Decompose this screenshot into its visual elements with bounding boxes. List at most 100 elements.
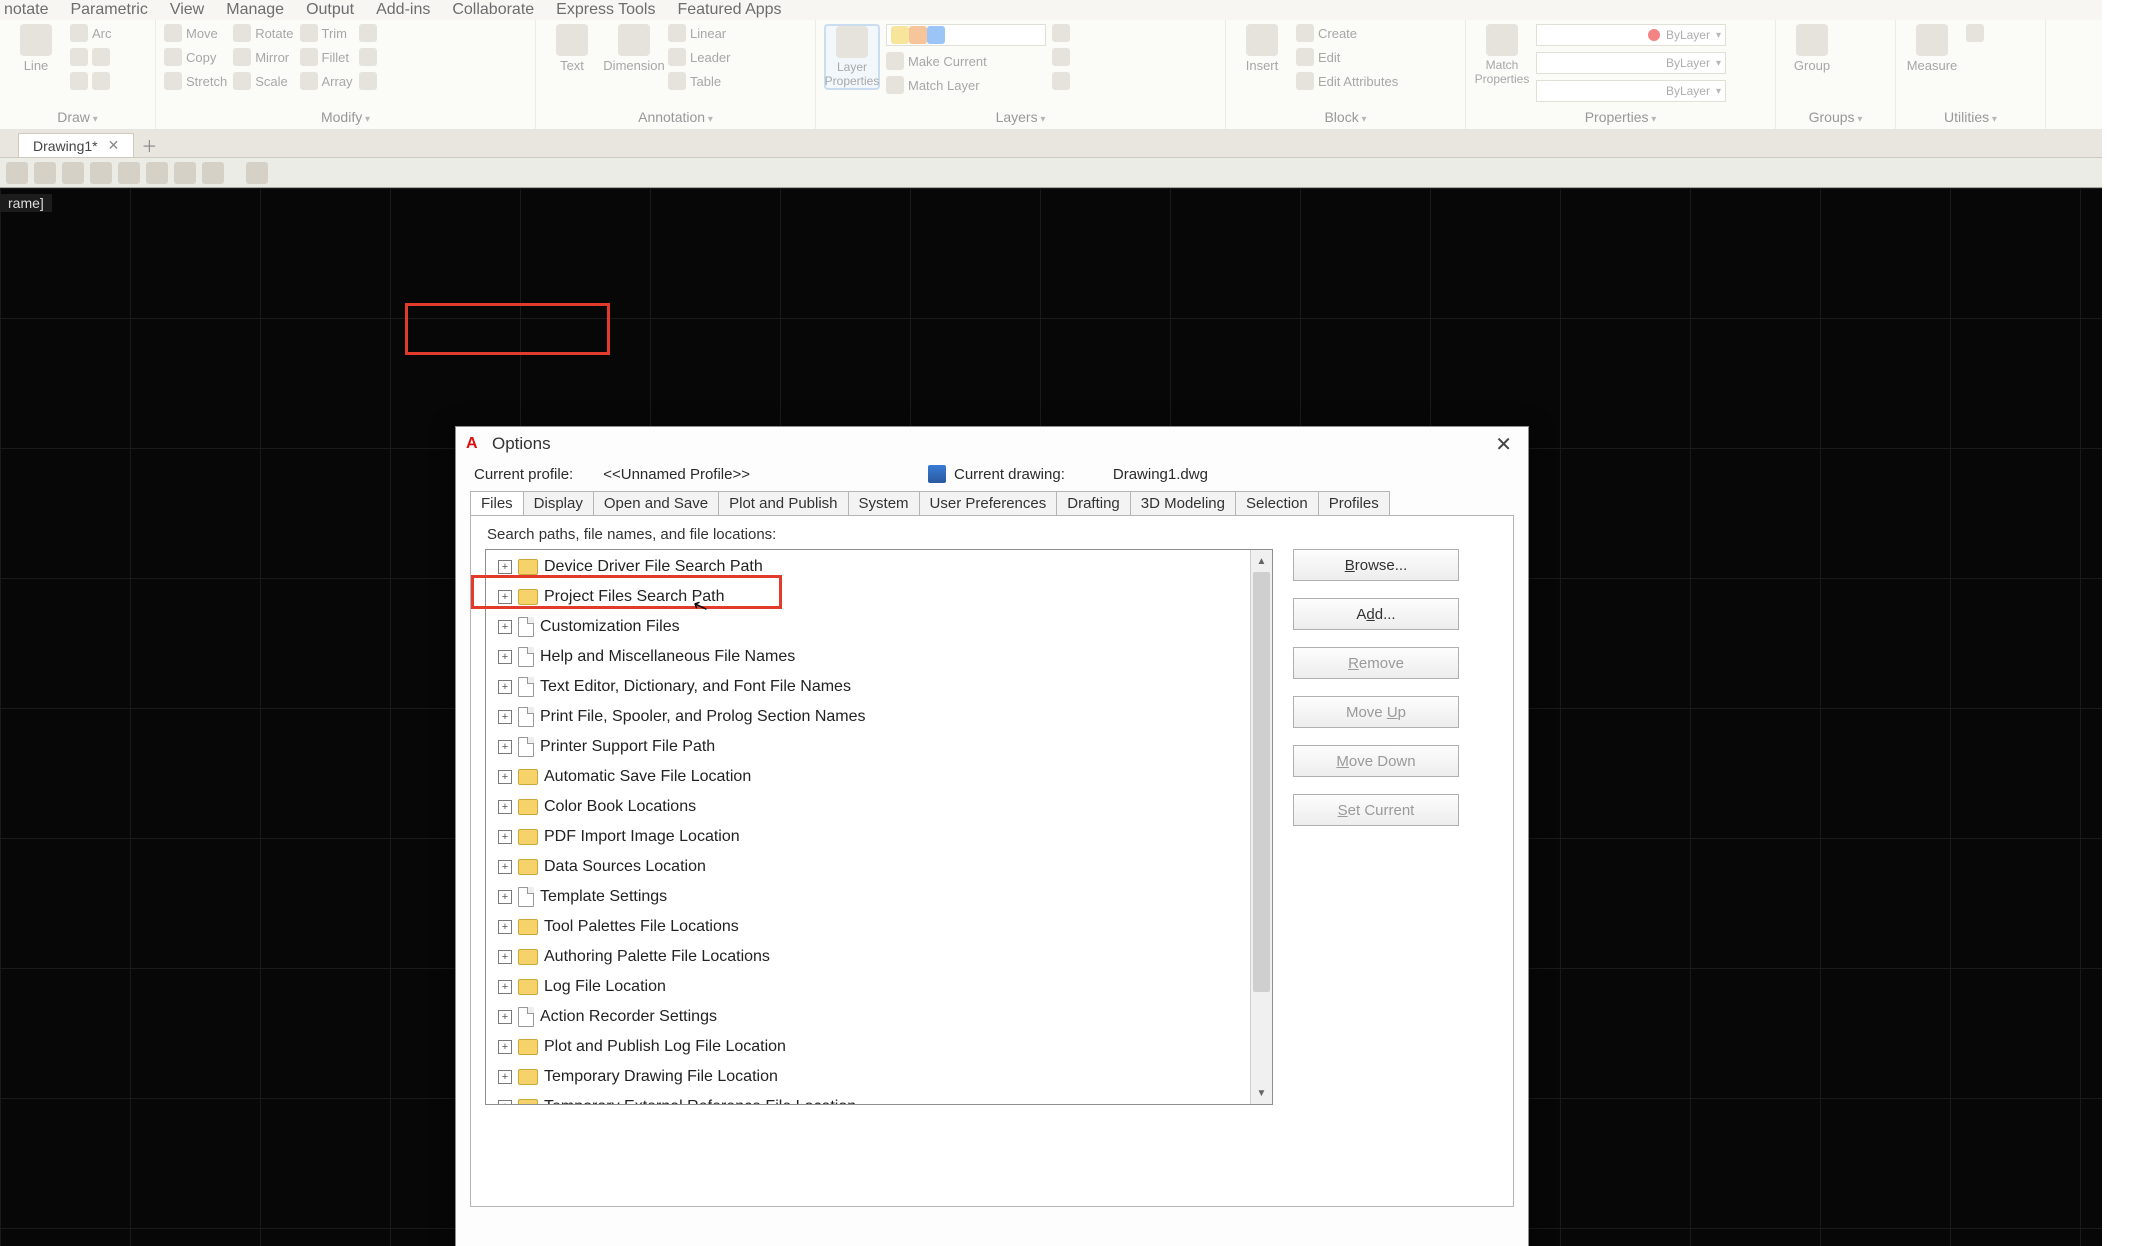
expand-icon[interactable]: + bbox=[498, 920, 512, 934]
tree-item-1[interactable]: +Project Files Search Path bbox=[498, 582, 1272, 612]
expand-icon[interactable]: + bbox=[498, 590, 512, 604]
expand-icon[interactable]: + bbox=[498, 1070, 512, 1084]
fillet-button[interactable]: Fillet bbox=[300, 48, 353, 66]
tree-item-6[interactable]: +Printer Support File Path bbox=[498, 732, 1272, 762]
close-tab-icon[interactable]: ✕ bbox=[108, 137, 120, 154]
tab-files[interactable]: Files bbox=[470, 491, 524, 515]
modify-misc1-icon[interactable] bbox=[359, 24, 377, 42]
tab-plot-publish[interactable]: Plot and Publish bbox=[718, 491, 848, 515]
expand-icon[interactable]: + bbox=[498, 770, 512, 784]
tree-item-14[interactable]: +Log File Location bbox=[498, 972, 1272, 1002]
qat-icon-8[interactable] bbox=[202, 162, 224, 184]
scroll-down-icon[interactable]: ▼ bbox=[1251, 1082, 1272, 1104]
qat-icon-5[interactable] bbox=[118, 162, 140, 184]
create-button[interactable]: Create bbox=[1296, 24, 1398, 42]
tree-item-11[interactable]: +Template Settings bbox=[498, 882, 1272, 912]
stretch-button[interactable]: Stretch bbox=[164, 72, 227, 90]
layer-combo[interactable] bbox=[886, 24, 1046, 46]
draw-misc4-icon[interactable] bbox=[92, 72, 110, 90]
prop-linetype-combo[interactable]: ByLayer bbox=[1536, 80, 1726, 102]
edit-block-button[interactable]: Edit bbox=[1296, 48, 1398, 66]
tree-item-8[interactable]: +Color Book Locations bbox=[498, 792, 1272, 822]
menu-collaborate[interactable]: Collaborate bbox=[452, 1, 534, 19]
expand-icon[interactable]: + bbox=[498, 560, 512, 574]
browse-button[interactable]: Browse... bbox=[1293, 549, 1459, 581]
expand-icon[interactable]: + bbox=[498, 950, 512, 964]
linear-button[interactable]: Linear bbox=[668, 24, 730, 42]
move-button[interactable]: Move bbox=[164, 24, 227, 42]
tree-item-18[interactable]: +Temporary External Reference File Locat… bbox=[498, 1092, 1272, 1105]
group-button[interactable]: Group bbox=[1784, 24, 1840, 73]
qat-icon-4[interactable] bbox=[90, 162, 112, 184]
tree-scrollbar[interactable]: ▲ ▼ bbox=[1250, 550, 1272, 1104]
insert-button[interactable]: Insert bbox=[1234, 24, 1290, 73]
tab-display[interactable]: Display bbox=[523, 491, 594, 515]
tab-system[interactable]: System bbox=[848, 491, 920, 515]
prop-lineweight-combo[interactable]: ByLayer bbox=[1536, 52, 1726, 74]
add-button[interactable]: Add... bbox=[1293, 598, 1459, 630]
tab-selection[interactable]: Selection bbox=[1235, 491, 1319, 515]
trim-button[interactable]: Trim bbox=[300, 24, 353, 42]
modify-misc2-icon[interactable] bbox=[359, 48, 377, 66]
menu-view[interactable]: View bbox=[170, 1, 204, 19]
modify-misc3-icon[interactable] bbox=[359, 72, 377, 90]
tab-3d-modeling[interactable]: 3D Modeling bbox=[1130, 491, 1236, 515]
layer-misc1-icon[interactable] bbox=[1052, 24, 1070, 42]
expand-icon[interactable]: + bbox=[498, 680, 512, 694]
expand-icon[interactable]: + bbox=[498, 740, 512, 754]
doc-tab-drawing1[interactable]: Drawing1* ✕ bbox=[18, 133, 134, 157]
tab-user-prefs[interactable]: User Preferences bbox=[919, 491, 1058, 515]
tree-item-10[interactable]: +Data Sources Location bbox=[498, 852, 1272, 882]
expand-icon[interactable]: + bbox=[498, 800, 512, 814]
tree-item-0[interactable]: +Device Driver File Search Path bbox=[498, 552, 1272, 582]
prop-color-combo[interactable]: ByLayer bbox=[1536, 24, 1726, 46]
scroll-thumb[interactable] bbox=[1253, 572, 1270, 992]
tree-item-7[interactable]: +Automatic Save File Location bbox=[498, 762, 1272, 792]
table-button[interactable]: Table bbox=[668, 72, 730, 90]
tree-item-15[interactable]: +Action Recorder Settings bbox=[498, 1002, 1272, 1032]
match-layer-button[interactable]: Match Layer bbox=[886, 76, 1046, 94]
tab-profiles[interactable]: Profiles bbox=[1318, 491, 1390, 515]
menu-output[interactable]: Output bbox=[306, 1, 354, 19]
tree-item-2[interactable]: +Customization Files bbox=[498, 612, 1272, 642]
tree-item-3[interactable]: +Help and Miscellaneous File Names bbox=[498, 642, 1272, 672]
edit-attributes-button[interactable]: Edit Attributes bbox=[1296, 72, 1398, 90]
measure-button[interactable]: Measure bbox=[1904, 24, 1960, 73]
move-up-button[interactable]: Move Up bbox=[1293, 696, 1459, 728]
tab-open-save[interactable]: Open and Save bbox=[593, 491, 719, 515]
tree-item-4[interactable]: +Text Editor, Dictionary, and Font File … bbox=[498, 672, 1272, 702]
menu-featured[interactable]: Featured Apps bbox=[677, 1, 781, 19]
drawing-area[interactable]: rame] Options ✕ Current profile: <<Unnam… bbox=[0, 188, 2132, 1246]
util-misc-icon[interactable] bbox=[1966, 24, 1984, 42]
qat-icon-9[interactable] bbox=[246, 162, 268, 184]
menu-express[interactable]: Express Tools bbox=[556, 1, 655, 19]
dialog-titlebar[interactable]: Options ✕ bbox=[456, 427, 1528, 461]
qat-icon-3[interactable] bbox=[62, 162, 84, 184]
mirror-button[interactable]: Mirror bbox=[233, 48, 293, 66]
expand-icon[interactable]: + bbox=[498, 1010, 512, 1024]
expand-icon[interactable]: + bbox=[498, 710, 512, 724]
close-dialog-icon[interactable]: ✕ bbox=[1489, 432, 1518, 457]
expand-icon[interactable]: + bbox=[498, 620, 512, 634]
menu-parametric[interactable]: Parametric bbox=[70, 1, 147, 19]
make-current-button[interactable]: Make Current bbox=[886, 52, 1046, 70]
rotate-button[interactable]: Rotate bbox=[233, 24, 293, 42]
array-button[interactable]: Array bbox=[300, 72, 353, 90]
draw-misc3-icon[interactable] bbox=[70, 72, 88, 90]
expand-icon[interactable]: + bbox=[498, 650, 512, 664]
leader-button[interactable]: Leader bbox=[668, 48, 730, 66]
draw-misc2-icon[interactable] bbox=[92, 48, 110, 66]
layer-properties-button[interactable]: Layer Properties bbox=[824, 24, 880, 90]
expand-icon[interactable]: + bbox=[498, 830, 512, 844]
expand-icon[interactable]: + bbox=[498, 1040, 512, 1054]
qat-icon-1[interactable] bbox=[6, 162, 28, 184]
scale-button[interactable]: Scale bbox=[233, 72, 293, 90]
expand-icon[interactable]: + bbox=[498, 890, 512, 904]
tab-drafting[interactable]: Drafting bbox=[1056, 491, 1131, 515]
move-down-button[interactable]: Move Down bbox=[1293, 745, 1459, 777]
tree-item-12[interactable]: +Tool Palettes File Locations bbox=[498, 912, 1272, 942]
draw-misc1-icon[interactable] bbox=[70, 48, 88, 66]
expand-icon[interactable]: + bbox=[498, 860, 512, 874]
qat-icon-2[interactable] bbox=[34, 162, 56, 184]
qat-icon-6[interactable] bbox=[146, 162, 168, 184]
